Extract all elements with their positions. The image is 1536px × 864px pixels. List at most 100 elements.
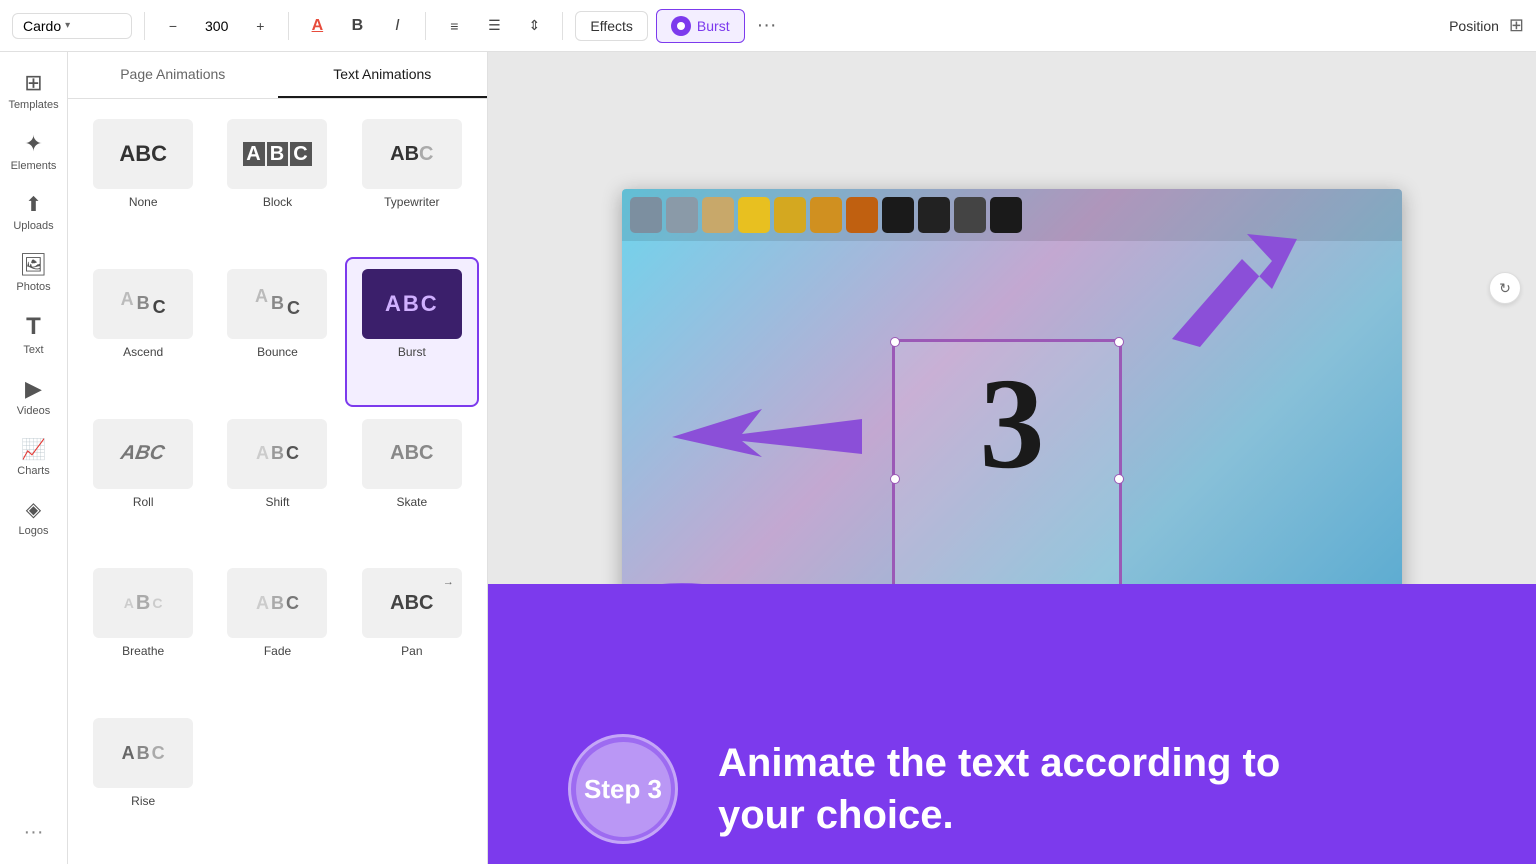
film-hole [846, 197, 878, 233]
more-options-button[interactable]: ··· [757, 14, 777, 37]
italic-button[interactable]: I [381, 10, 413, 42]
sidebar-item-elements[interactable]: ✦ Elements [4, 123, 64, 180]
film-hole [882, 197, 914, 233]
anim-fade-preview: A B C [227, 568, 327, 638]
templates-label: Templates [8, 99, 58, 111]
move-cursor-icon: ⊕ [1012, 609, 1025, 629]
toolbar: Cardo ▾ − 300 + A B I ≡ ☰ ⇕ Effects Burs… [0, 0, 1536, 52]
handle-top-right[interactable] [1114, 337, 1124, 347]
anim-pan-preview: ABC → [362, 568, 462, 638]
divider-2 [288, 12, 289, 40]
anim-shift-preview: A B C [227, 419, 327, 489]
sidebar: ⊞ Templates ✦ Elements ⬆ Uploads 🖼 Photo… [0, 52, 68, 864]
anim-ascend[interactable]: A B C Ascend [76, 257, 210, 407]
ascend-label: Ascend [123, 345, 163, 359]
list-button[interactable]: ☰ [478, 10, 510, 42]
anim-skate[interactable]: ABC Skate [345, 407, 479, 557]
roll-label: Roll [133, 495, 154, 509]
increase-font-size-button[interactable]: + [244, 10, 276, 42]
sidebar-item-logos[interactable]: ◈ Logos [4, 489, 64, 545]
anim-fade[interactable]: A B C Fade [210, 556, 344, 706]
text-icon: T [26, 313, 41, 341]
elements-label: Elements [11, 160, 57, 172]
burst-button[interactable]: Burst [656, 9, 745, 43]
anim-block-preview: ABC [227, 119, 327, 189]
anim-bounce[interactable]: A B C Bounce [210, 257, 344, 407]
film-hole [810, 197, 842, 233]
divider-3 [425, 12, 426, 40]
film-hole [702, 605, 734, 641]
anim-skate-preview: ABC [362, 419, 462, 489]
logos-icon: ◈ [26, 497, 41, 522]
charts-label: Charts [17, 465, 49, 477]
anim-typewriter-preview: ABC [362, 119, 462, 189]
rise-label: Rise [131, 794, 155, 808]
timeline-slide-1[interactable]: 3 [515, 820, 585, 860]
text-color-a-icon: A [312, 17, 324, 35]
sidebar-item-photos[interactable]: 🖼 Photos [4, 244, 64, 301]
sidebar-more-button[interactable]: ··· [14, 811, 54, 854]
film-hole [738, 197, 770, 233]
anim-pan[interactable]: ABC → Pan [345, 556, 479, 706]
refresh-button[interactable]: ↻ [1489, 272, 1521, 304]
handle-bottom-right[interactable] [1114, 611, 1124, 621]
divider-4 [562, 12, 563, 40]
animations-panel: Page Animations Text Animations ABC None… [68, 52, 488, 864]
scroll-down-area: ⌄ [488, 786, 1536, 814]
handle-middle-left[interactable] [890, 474, 900, 484]
font-name: Cardo [23, 18, 61, 34]
handle-middle-right[interactable] [1114, 474, 1124, 484]
uploads-icon: ⬆ [25, 192, 42, 217]
text-color-button[interactable]: A [301, 10, 333, 42]
handle-bottom-left[interactable] [890, 611, 900, 621]
anim-rise-preview: A B C [93, 718, 193, 788]
film-hole [990, 197, 1022, 233]
tab-page-animations[interactable]: Page Animations [68, 52, 278, 98]
anim-roll[interactable]: ABC Roll [76, 407, 210, 557]
toolbar-right: Position ⊞ [1449, 15, 1524, 36]
bold-button[interactable]: B [341, 10, 373, 42]
handle-top-left[interactable] [890, 337, 900, 347]
anim-breathe[interactable]: A B C Breathe [76, 556, 210, 706]
sidebar-item-videos[interactable]: ▶ Videos [4, 368, 64, 425]
anim-ascend-preview: A B C [93, 269, 193, 339]
main-layout: ⊞ Templates ✦ Elements ⬆ Uploads 🖼 Photo… [0, 52, 1536, 864]
videos-label: Videos [17, 405, 50, 417]
block-label: Block [263, 195, 292, 209]
tab-text-animations[interactable]: Text Animations [278, 52, 488, 98]
timeline-arrow-left[interactable]: ◀ [496, 831, 507, 848]
decrease-font-size-button[interactable]: − [157, 10, 189, 42]
film-hole [774, 197, 806, 233]
font-selector[interactable]: Cardo ▾ [12, 13, 132, 39]
sidebar-item-uploads[interactable]: ⬆ Uploads [4, 184, 64, 240]
sidebar-item-text[interactable]: T Text [4, 305, 64, 364]
logos-label: Logos [19, 525, 49, 537]
divider-1 [144, 12, 145, 40]
film-hole [738, 605, 770, 641]
sidebar-item-charts[interactable]: 📈 Charts [4, 429, 64, 485]
grid-icon[interactable]: ⊞ [1509, 15, 1524, 36]
anim-typewriter[interactable]: ABC Typewriter [345, 107, 479, 257]
canvas-number[interactable]: 3 [917, 359, 1107, 489]
timeline-slide-2[interactable] [593, 820, 663, 860]
film-hole [846, 605, 878, 641]
sidebar-item-templates[interactable]: ⊞ Templates [4, 62, 64, 119]
align-button[interactable]: ≡ [438, 10, 470, 42]
bounce-label: Bounce [257, 345, 298, 359]
anim-block[interactable]: ABC Block [210, 107, 344, 257]
anim-roll-preview: ABC [93, 419, 193, 489]
anim-shift[interactable]: A B C Shift [210, 407, 344, 557]
uploads-label: Uploads [13, 220, 53, 232]
effects-button[interactable]: Effects [575, 11, 648, 41]
anim-burst[interactable]: ABC Burst [345, 257, 479, 407]
text-label: Text [23, 344, 43, 356]
line-spacing-button[interactable]: ⇕ [518, 10, 550, 42]
breathe-label: Breathe [122, 644, 164, 658]
anim-rise[interactable]: A B C Rise [76, 706, 210, 856]
scroll-down-icon[interactable]: ⌄ [1005, 790, 1018, 810]
film-hole [702, 197, 734, 233]
canvas-area: 3 ⊕ ↻ ⌄ ◀ 3 [488, 52, 1536, 864]
anim-none[interactable]: ABC None [76, 107, 210, 257]
position-button[interactable]: Position [1449, 18, 1499, 34]
timeline: ◀ 3 [488, 814, 1536, 864]
